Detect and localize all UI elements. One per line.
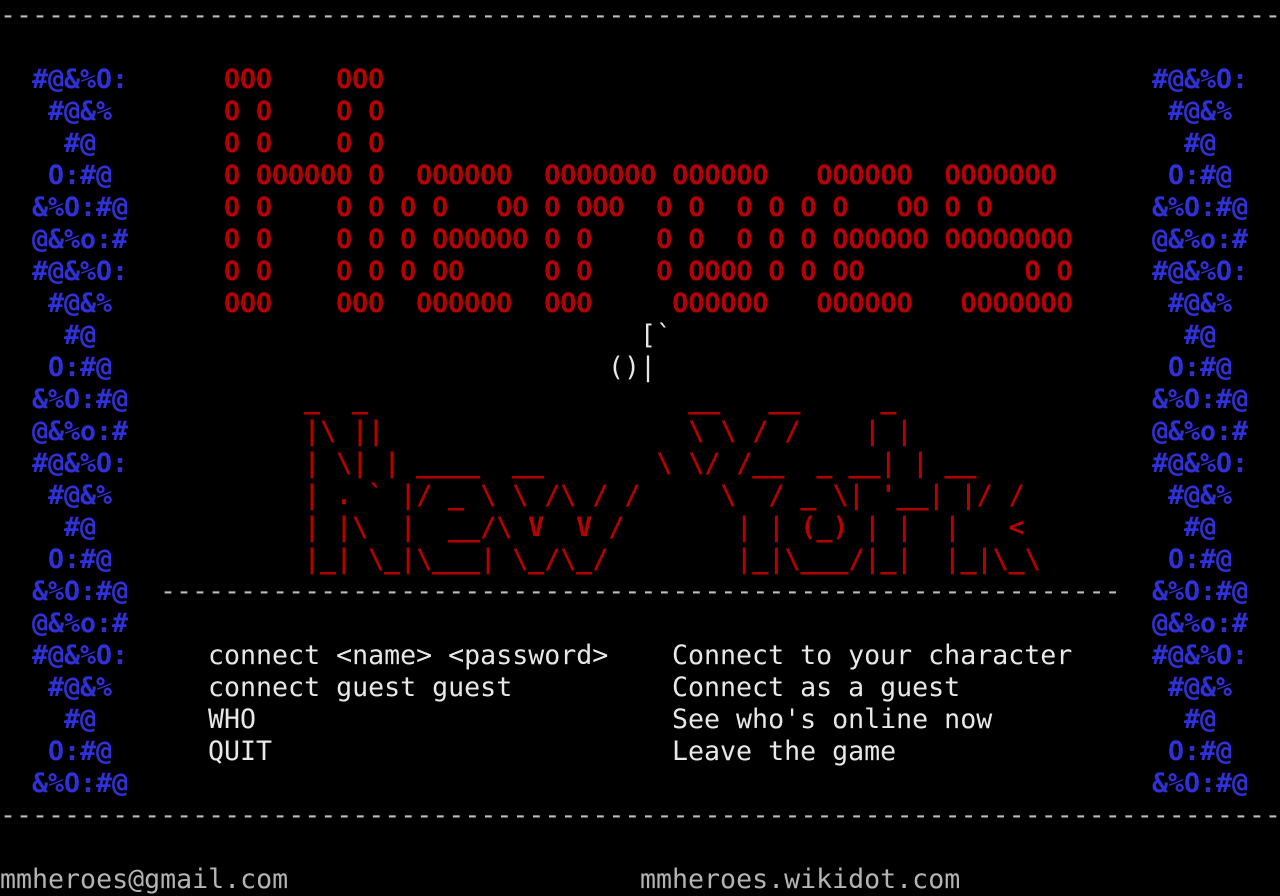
right-art-line: #@&%O:: [1152, 640, 1249, 671]
command-who: WHO: [208, 704, 257, 735]
command-who-desc: See who's online now: [672, 704, 993, 735]
title-banner-line: O O O O: [224, 128, 385, 159]
command-guest: connect guest guest: [208, 672, 513, 703]
right-art-line: O:#@: [1152, 352, 1233, 383]
left-art-line: #@: [32, 320, 97, 351]
left-art-line: @&%o:#: [32, 608, 129, 639]
right-art-line: #@&%: [1152, 96, 1233, 127]
new-york-logo-line: | |\ | __/\ V V / | | (_) | | | <: [304, 512, 1025, 543]
right-art-line: O:#@: [1152, 544, 1233, 575]
left-art-line: #@: [32, 128, 97, 159]
figure-body: ()|: [608, 352, 657, 383]
footer-email: mmheroes@gmail.com: [0, 864, 289, 895]
left-art-line: &%O:#@: [32, 192, 129, 223]
left-art-line: #@&%: [32, 96, 113, 127]
title-banner-line: O O O O O OOOOOO O O O O O O O OOOOOO OO…: [224, 224, 1073, 255]
left-art-line: #@&%O:: [32, 256, 129, 287]
right-art-line: O:#@: [1152, 736, 1233, 767]
new-york-logo-line: | . ` |/ _ \ \ /\ / / \ / _ \| '__| |/ /: [304, 480, 1025, 511]
bottom-rule: ----------------------------------------…: [0, 800, 1280, 831]
title-banner-line: O O O O O O OO O OOO O O O O O O OO O O: [224, 192, 993, 223]
command-quit: QUIT: [208, 736, 273, 767]
command-quit-desc: Leave the game: [672, 736, 897, 767]
right-art-line: &%O:#@: [1152, 192, 1249, 223]
right-art-line: #@&%O:: [1152, 448, 1249, 479]
title-banner-line: O O O O O OO O O O OOOO O O OO O O: [224, 256, 1073, 287]
left-art-line: #@&%O:: [32, 640, 129, 671]
new-york-logo-line: |_| \_|\___| \_/\_/ |_|\___/|_| |_|\_\: [304, 544, 1041, 575]
right-art-line: &%O:#@: [1152, 768, 1249, 799]
left-art-line: #@&%: [32, 480, 113, 511]
right-art-line: #@&%: [1152, 672, 1233, 703]
left-art-line: O:#@: [32, 736, 113, 767]
left-art-line: O:#@: [32, 352, 113, 383]
left-art-line: O:#@: [32, 544, 113, 575]
right-art-line: #@: [1152, 512, 1217, 543]
left-art-line: &%O:#@: [32, 768, 129, 799]
left-art-line: #@&%: [32, 672, 113, 703]
right-art-line: #@&%: [1152, 288, 1233, 319]
section-divider: ----------------------------------------…: [160, 576, 1120, 607]
right-art-line: #@&%: [1152, 480, 1233, 511]
left-art-line: #@&%O:: [32, 64, 129, 95]
left-art-line: @&%o:#: [32, 416, 129, 447]
left-art-line: #@&%O:: [32, 448, 129, 479]
right-art-line: #@&%O:: [1152, 64, 1249, 95]
top-rule: ----------------------------------------…: [0, 0, 1280, 31]
left-art-line: &%O:#@: [32, 384, 129, 415]
right-art-line: @&%o:#: [1152, 608, 1249, 639]
left-art-line: &%O:#@: [32, 576, 129, 607]
new-york-logo-line: | \| | ____ __ \ \/ /__ _ __| | __: [304, 448, 977, 479]
command-connect-desc: Connect to your character: [672, 640, 1073, 671]
new-york-logo-line: _ _ __ __ _: [304, 384, 897, 415]
figure-head: [`: [640, 320, 673, 351]
title-banner-line: OOO OOO: [224, 64, 385, 95]
command-connect: connect <name> <password>: [208, 640, 609, 671]
right-art-line: O:#@: [1152, 160, 1233, 191]
new-york-logo-line: |\ || \ \ / / | |: [304, 416, 913, 447]
right-art-line: #@&%O:: [1152, 256, 1249, 287]
right-art-line: @&%o:#: [1152, 416, 1249, 447]
title-banner-line: O OOOOOO O OOOOOO OOOOOOO OOOOOO OOOOOO …: [224, 160, 1057, 191]
left-art-line: #@: [32, 512, 97, 543]
right-art-line: &%O:#@: [1152, 576, 1249, 607]
right-art-line: #@: [1152, 704, 1217, 735]
left-art-line: O:#@: [32, 160, 113, 191]
left-art-line: #@&%: [32, 288, 113, 319]
left-art-line: #@: [32, 704, 97, 735]
title-banner-line: O O O O: [224, 96, 385, 127]
right-art-line: #@: [1152, 320, 1217, 351]
command-guest-desc: Connect as a guest: [672, 672, 961, 703]
right-art-line: @&%o:#: [1152, 224, 1249, 255]
footer-site: mmheroes.wikidot.com: [640, 864, 961, 895]
left-art-line: @&%o:#: [32, 224, 129, 255]
right-art-line: &%O:#@: [1152, 384, 1249, 415]
right-art-line: #@: [1152, 128, 1217, 159]
title-banner-line: OOO OOO OOOOOO OOO OOOOOO OOOOOO OOOOOOO: [224, 288, 1073, 319]
terminal-screen: ----------------------------------------…: [0, 0, 1280, 896]
